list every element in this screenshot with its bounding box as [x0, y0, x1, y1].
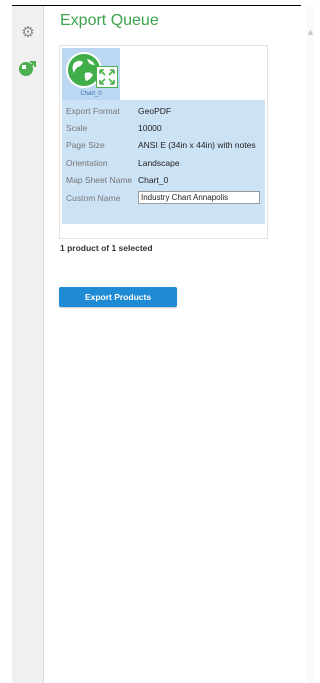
property-row-export-format: Export Format GeoPDF	[62, 102, 265, 119]
property-value: Landscape	[138, 157, 180, 168]
export-product-card[interactable]: Chart_0 Export Format GeoPDF Scale 10000…	[59, 45, 268, 239]
export-queue-icon	[18, 59, 38, 82]
property-label: Export Format	[66, 105, 120, 116]
property-value: GeoPDF	[138, 105, 172, 116]
scroll-up-icon[interactable]: ▲	[307, 28, 314, 36]
expand-icon[interactable]	[96, 66, 118, 88]
property-label: Orientation	[66, 157, 108, 168]
property-row-custom-name: Custom Name	[62, 189, 265, 206]
property-row-map-sheet-name: Map Sheet Name Chart_0	[62, 172, 265, 189]
page-title: Export Queue	[60, 12, 159, 29]
property-label: Map Sheet Name	[66, 175, 133, 186]
settings-button[interactable]: ⚙	[12, 18, 44, 46]
export-products-button[interactable]: Export Products	[59, 287, 177, 307]
product-properties: Export Format GeoPDF Scale 10000 Page Si…	[62, 100, 265, 224]
thumbnail-label: Chart_0	[80, 91, 102, 97]
property-label: Page Size	[66, 140, 105, 151]
property-label: Custom Name	[66, 192, 121, 203]
product-thumbnail[interactable]: Chart_0	[62, 48, 120, 100]
export-queue-button[interactable]	[12, 56, 44, 84]
property-row-page-size: Page Size ANSI E (34in x 44in) with note…	[62, 137, 265, 154]
scrollbar[interactable]: ▲	[307, 6, 314, 683]
property-label: Scale	[66, 123, 88, 134]
property-value: 10000	[138, 123, 162, 134]
property-row-orientation: Orientation Landscape	[62, 154, 265, 171]
left-toolbar: ⚙	[12, 6, 44, 683]
property-value: Chart_0	[138, 175, 169, 186]
top-border	[12, 5, 301, 6]
property-row-scale: Scale 10000	[62, 119, 265, 136]
custom-name-input[interactable]	[138, 191, 260, 205]
selection-count: 1 product of 1 selected	[60, 243, 153, 253]
property-value: ANSI E (34in x 44in) with notes	[138, 140, 256, 151]
gear-icon: ⚙	[21, 22, 35, 41]
